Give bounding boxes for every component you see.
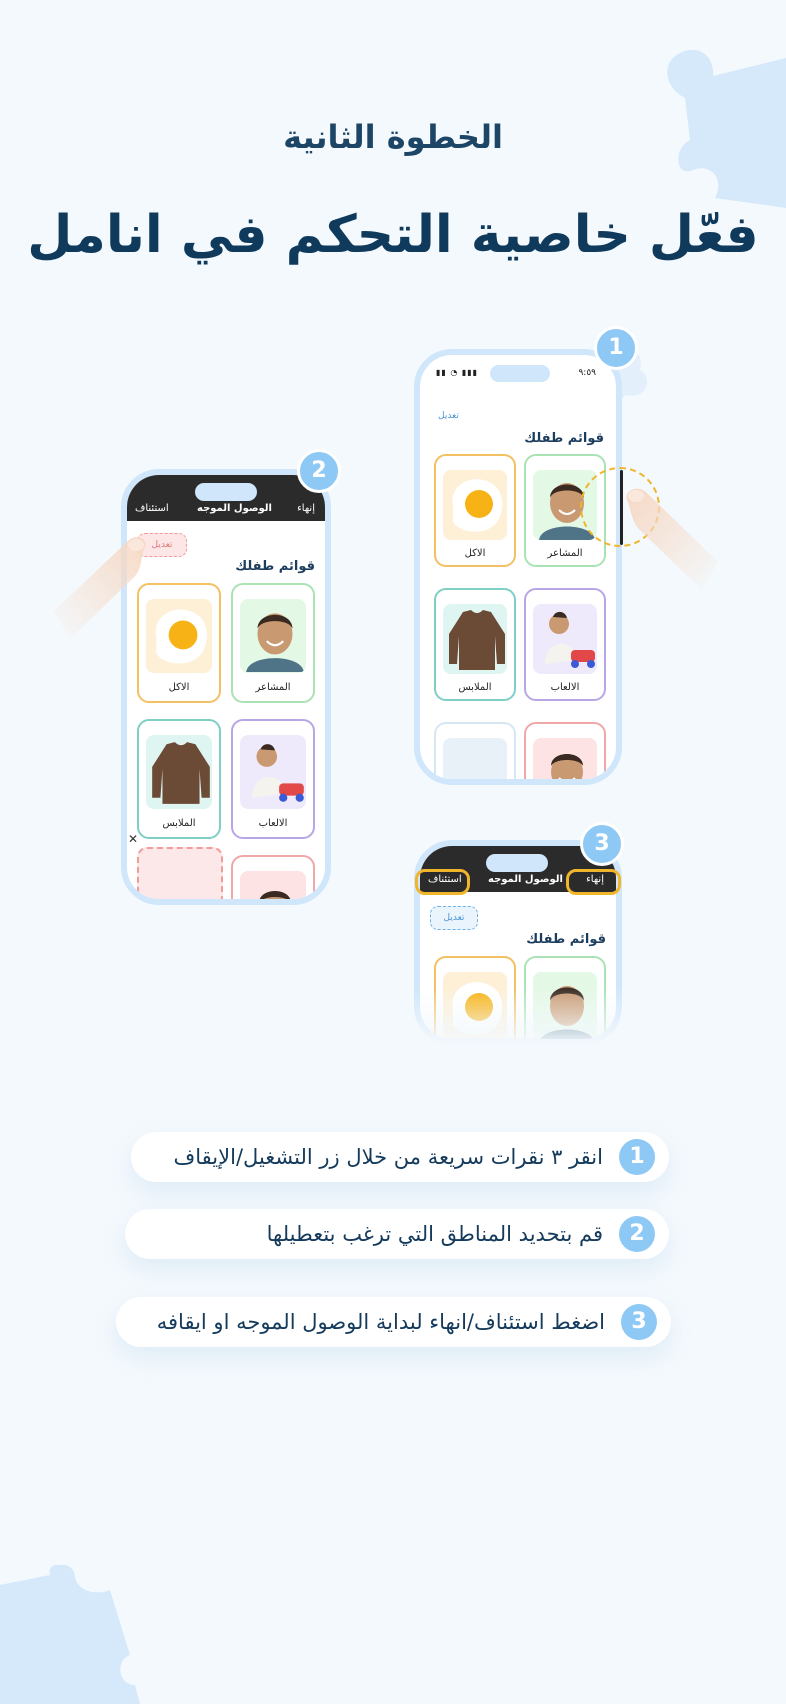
card-toys[interactable]: الالعاب	[231, 719, 315, 839]
instruction-number: 1	[619, 1139, 655, 1175]
card-partial[interactable]	[434, 722, 516, 779]
boy-portrait-icon	[533, 972, 597, 1039]
sweater-icon	[146, 735, 212, 809]
card-label: الالعاب	[258, 818, 288, 829]
instruction-row-3: 3 اضغط استئناف/انهاء لبداية الوصول الموج…	[116, 1297, 671, 1347]
step-label: الخطوة الثانية	[283, 118, 503, 156]
boy-portrait-icon	[240, 599, 306, 673]
status-time: ٩:٥٩	[578, 368, 596, 378]
instruction-text: اضغط استئناف/انهاء لبداية الوصول الموجه …	[156, 1310, 605, 1334]
close-icon[interactable]: ✕	[128, 832, 138, 846]
card-label: الملابس	[458, 682, 492, 693]
finger-pointer-icon	[626, 488, 718, 590]
resume-button-highlight	[415, 869, 470, 895]
card-feelings[interactable]: المشاعر	[231, 583, 315, 703]
resume-button[interactable]: استئناف	[135, 503, 169, 514]
guided-access-title: الوصول الموجه	[488, 874, 563, 885]
instruction-number: 3	[621, 1304, 657, 1340]
disabled-area-overlay[interactable]	[137, 847, 223, 899]
card-label: المشاعر	[547, 548, 583, 559]
placeholder-icon	[443, 738, 507, 779]
phone-mockup-1: ٩:٥٩ ▮▮ ◔ ▮▮▮ تعديل قوائم طفلك المشاعر ا…	[414, 349, 622, 785]
dynamic-island	[486, 854, 548, 872]
dynamic-island	[195, 483, 257, 501]
card-label: الاكل	[168, 682, 190, 693]
fried-egg-icon	[443, 972, 507, 1039]
edit-button-disabled-area[interactable]: تعديل	[430, 906, 478, 930]
sweater-icon	[443, 604, 507, 674]
boy-smiling-icon	[240, 871, 306, 899]
finish-button[interactable]: إنهاء	[297, 503, 315, 514]
step-badge-1: 1	[594, 326, 638, 370]
instruction-row-1: 1 انقر ٣ نقرات سريعة من خلال زر التشغيل/…	[131, 1132, 669, 1182]
card-food[interactable]: الاكل	[434, 454, 516, 567]
puzzle-decoration-icon	[0, 1565, 140, 1704]
card-label: الملابس	[162, 818, 196, 829]
card-feelings[interactable]	[524, 956, 606, 1039]
list-title: قوائم طفلك	[524, 431, 604, 446]
instruction-text: قم بتحديد المناطق التي ترغب بتعطيلها	[266, 1222, 603, 1246]
edit-link[interactable]: تعديل	[438, 411, 459, 421]
card-partial[interactable]	[231, 855, 315, 899]
fried-egg-icon	[146, 599, 212, 673]
status-icons: ▮▮ ◔ ▮▮▮	[436, 368, 479, 377]
boy-smiling-icon	[533, 738, 597, 779]
child-playing-icon	[533, 604, 597, 674]
home-indicator	[485, 779, 555, 782]
list-title: قوائم طفلك	[526, 932, 606, 947]
finger-pointer-icon	[54, 537, 146, 639]
headline: فعّل خاصية التحكم في انامل	[27, 205, 759, 265]
phone-mockup-2: إنهاء الوصول الموجه استئناف تعديل قوائم …	[121, 469, 331, 905]
finish-button-highlight	[566, 869, 621, 895]
card-label: المشاعر	[255, 682, 291, 693]
card-toys[interactable]: الالعاب	[524, 588, 606, 701]
instruction-row-2: 2 قم بتحديد المناطق التي ترغب بتعطيلها	[125, 1209, 669, 1259]
step-badge-2: 2	[297, 449, 341, 493]
card-clothes[interactable]: الملابس	[137, 719, 221, 839]
fried-egg-icon	[443, 470, 507, 540]
step-badge-3: 3	[580, 822, 624, 866]
instruction-text: انقر ٣ نقرات سريعة من خلال زر التشغيل/ال…	[173, 1145, 603, 1169]
guided-access-title: الوصول الموجه	[197, 503, 272, 514]
card-partial[interactable]	[524, 722, 606, 779]
child-playing-icon	[240, 735, 306, 809]
card-label: الالعاب	[550, 682, 580, 693]
card-clothes[interactable]: الملابس	[434, 588, 516, 701]
card-food[interactable]	[434, 956, 516, 1039]
dynamic-island	[490, 365, 550, 382]
card-label: الاكل	[464, 548, 486, 559]
guided-access-bar: إنهاء الوصول الموجه استئناف	[127, 475, 325, 521]
instruction-number: 2	[619, 1216, 655, 1252]
list-title: قوائم طفلك	[235, 559, 315, 574]
